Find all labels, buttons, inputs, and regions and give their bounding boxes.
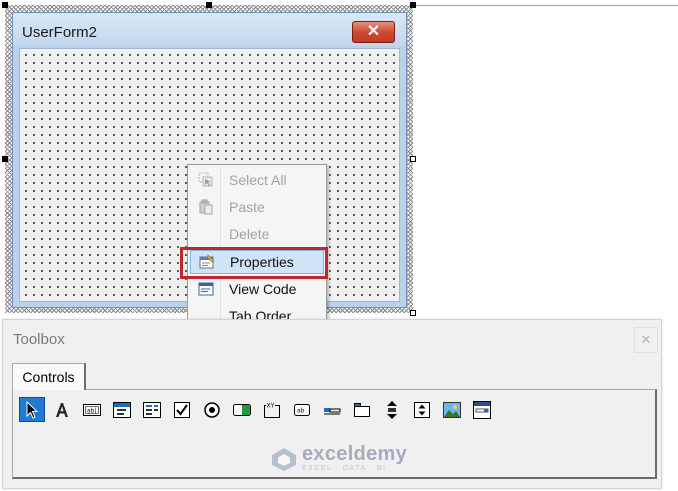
window-top-edge — [410, 5, 678, 6]
optionbutton-icon[interactable] — [199, 397, 225, 422]
close-icon: ✕ — [366, 23, 381, 40]
resize-handle-middle-left[interactable] — [2, 156, 8, 162]
menu-item-select-all[interactable]: Select All — [190, 168, 324, 192]
close-icon: ✕ — [640, 332, 652, 347]
paste-icon — [193, 198, 219, 216]
checkbox-icon[interactable] — [169, 397, 195, 422]
resize-handle-top-center[interactable] — [206, 2, 212, 8]
resize-handle-middle-right[interactable] — [410, 156, 416, 162]
exceldemy-logo-icon — [272, 447, 296, 471]
resize-handle-bottom-right[interactable] — [410, 310, 416, 316]
multipage-icon[interactable] — [349, 397, 375, 422]
tabstrip-icon[interactable] — [319, 397, 345, 422]
resize-handle-top-left[interactable] — [2, 2, 8, 8]
svg-text:ab|: ab| — [87, 407, 97, 414]
svg-text:ab: ab — [297, 407, 305, 414]
togglebutton-icon[interactable] — [229, 397, 255, 422]
watermark-name: exceldemy — [302, 443, 407, 465]
menu-item-label: Select All — [229, 172, 287, 188]
menu-item-label: Delete — [229, 226, 270, 242]
select-objects-icon[interactable] — [19, 397, 45, 422]
watermark-tagline: EXCEL · DATA · BI — [302, 465, 387, 472]
exceldemy-watermark: exceldemy EXCEL · DATA · BI — [270, 444, 407, 473]
combobox-icon[interactable] — [109, 397, 135, 422]
userform-close-button[interactable]: ✕ — [352, 21, 395, 43]
image-icon[interactable] — [439, 397, 465, 422]
userform-title: UserForm2 — [22, 24, 98, 41]
resize-handle-top-right[interactable] — [410, 2, 416, 8]
menu-item-view-code[interactable]: View Code — [190, 277, 324, 301]
properties-highlight-annotation — [180, 247, 328, 279]
scrollbar-icon[interactable] — [379, 397, 405, 422]
menu-item-paste[interactable]: Paste — [190, 195, 324, 219]
view-code-icon — [193, 280, 219, 298]
userform-titlebar[interactable]: UserForm2 ✕ — [13, 13, 406, 46]
tab-controls[interactable]: Controls — [12, 363, 86, 390]
svg-text:XY: XY — [267, 402, 275, 409]
commandbutton-icon[interactable]: ab — [289, 397, 315, 422]
frame-icon[interactable]: XY — [259, 397, 285, 422]
spinbutton-icon[interactable] — [409, 397, 435, 422]
select-all-icon — [193, 171, 219, 189]
menu-item-label: View Code — [229, 281, 297, 297]
label-icon[interactable] — [49, 397, 75, 422]
toolbox-title: Toolbox — [13, 331, 65, 348]
menu-item-label: Paste — [229, 199, 265, 215]
toolbox-close-button[interactable]: ✕ — [634, 327, 658, 353]
menu-item-delete[interactable]: Delete — [190, 222, 324, 246]
textbox-icon[interactable]: ab| — [79, 397, 105, 422]
refedit-icon[interactable] — [469, 397, 495, 422]
listbox-icon[interactable] — [139, 397, 165, 422]
